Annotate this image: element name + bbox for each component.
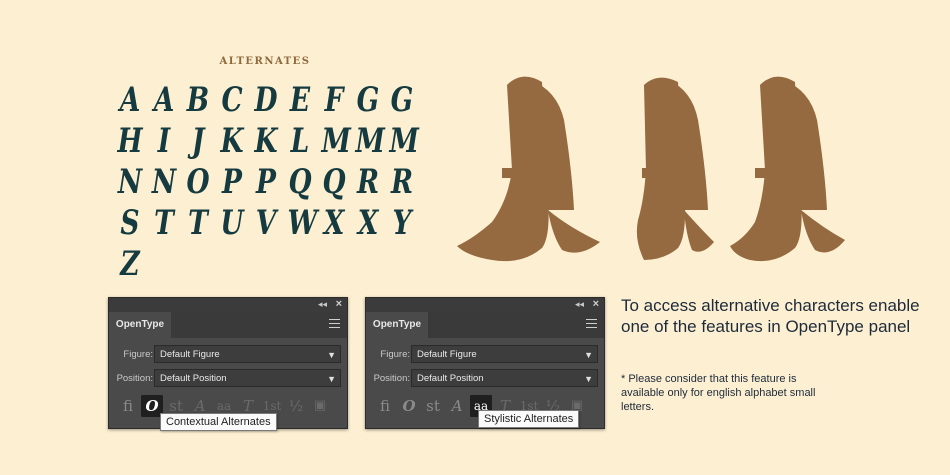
panel-tab-bar: OpenType (109, 312, 347, 338)
info-text: To access alternative characters enable … (621, 296, 920, 336)
glyph: C (221, 80, 243, 120)
glyph: J (191, 121, 205, 161)
glyph: S (120, 203, 140, 243)
glyph: K (254, 121, 278, 161)
position-select[interactable]: Default Position ▼ (411, 369, 598, 387)
opentype-panel: ◂◂ × OpenType Figure: Default Figure ▼ P… (108, 297, 348, 429)
glyph: N (117, 162, 143, 202)
specimen-heading: ALTERNATES (219, 56, 311, 67)
glyph: I (157, 121, 171, 161)
tooltip-stylistic-alternates: Stylistic Alternates (478, 410, 580, 428)
chevron-down-icon: ▼ (584, 350, 593, 360)
figure-value: Default Figure (160, 349, 220, 360)
big-letter-a-3 (730, 76, 845, 262)
figure-row: Figure: Default Figure ▼ (109, 345, 347, 365)
panel-title-bar[interactable]: ◂◂ × (366, 298, 604, 312)
glyph: H (117, 121, 143, 161)
close-icon[interactable]: × (593, 298, 599, 310)
tab-opentype[interactable]: OpenType (109, 312, 171, 338)
position-row: Position: Default Position ▼ (109, 369, 347, 389)
glyph: M (389, 121, 419, 161)
glyph: D (254, 80, 278, 120)
panel-title-bar[interactable]: ◂◂ × (109, 298, 347, 312)
standard-ligatures-icon[interactable]: fi (117, 395, 139, 417)
glyph: Y (392, 203, 412, 243)
glyph: L (290, 121, 310, 161)
figure-row: Figure: Default Figure ▼ (366, 345, 604, 365)
glyph: R (390, 162, 414, 202)
glyph: X (357, 203, 379, 243)
glyph: W (287, 203, 318, 243)
glyph: R (356, 162, 380, 202)
glyph: N (151, 162, 177, 202)
info-note: * Please consider that this feature is a… (621, 373, 816, 413)
glyph: K (220, 121, 244, 161)
figure-value: Default Figure (417, 349, 477, 360)
glyph: F (324, 80, 344, 120)
glyph: Q (288, 162, 312, 202)
chevron-down-icon: ▼ (327, 374, 336, 384)
glyph: X (323, 203, 345, 243)
contextual-alternates-icon[interactable]: O (398, 395, 420, 417)
glyph: M (321, 121, 351, 161)
glyph: T (188, 203, 208, 243)
glyph: Z (120, 244, 140, 284)
figure-select[interactable]: Default Figure ▼ (154, 345, 341, 363)
glyph: M (355, 121, 385, 161)
glyph: E (289, 80, 311, 120)
glyph: U (220, 203, 244, 243)
position-label: Position: (373, 373, 410, 384)
panel-tab-bar: OpenType (366, 312, 604, 338)
standard-ligatures-icon[interactable]: fi (374, 395, 396, 417)
position-value: Default Position (417, 373, 484, 384)
glyph: G (356, 80, 380, 120)
collapse-icon[interactable]: ◂◂ (318, 299, 327, 310)
figure-select[interactable]: Default Figure ▼ (411, 345, 598, 363)
glyph: A (153, 80, 175, 120)
position-select[interactable]: Default Position ▼ (154, 369, 341, 387)
tooltip-contextual-alternates: Contextual Alternates (160, 413, 277, 431)
glyph: V (255, 203, 277, 243)
chevron-down-icon: ▼ (584, 374, 593, 384)
glyph: Q (322, 162, 346, 202)
alternates-glyph-grid: A A B C D E F G G H I J K K L M M M N N … (114, 80, 419, 284)
collapse-icon[interactable]: ◂◂ (575, 299, 584, 310)
glyph: B (186, 80, 210, 120)
swash-icon[interactable]: A (446, 395, 468, 417)
stylistic-sets-icon[interactable]: ▣ (309, 395, 331, 417)
tab-opentype[interactable]: OpenType (366, 312, 428, 338)
big-letter-a-1 (457, 76, 600, 262)
fractions-icon[interactable]: ½ (285, 395, 307, 417)
close-icon[interactable]: × (336, 298, 342, 310)
glyph: A (119, 80, 141, 120)
position-label: Position: (116, 373, 153, 384)
glyph: P (256, 162, 276, 202)
figure-label: Figure: (380, 349, 410, 360)
glyph: P (222, 162, 242, 202)
panel-menu-icon[interactable] (329, 319, 340, 331)
position-row: Position: Default Position ▼ (366, 369, 604, 389)
glyph: O (186, 162, 210, 202)
glyph: T (154, 203, 174, 243)
position-value: Default Position (160, 373, 227, 384)
discretionary-ligatures-icon[interactable]: st (422, 395, 444, 417)
panel-menu-icon[interactable] (586, 319, 597, 331)
glyph: G (390, 80, 414, 120)
figure-label: Figure: (123, 349, 153, 360)
chevron-down-icon: ▼ (327, 350, 336, 360)
